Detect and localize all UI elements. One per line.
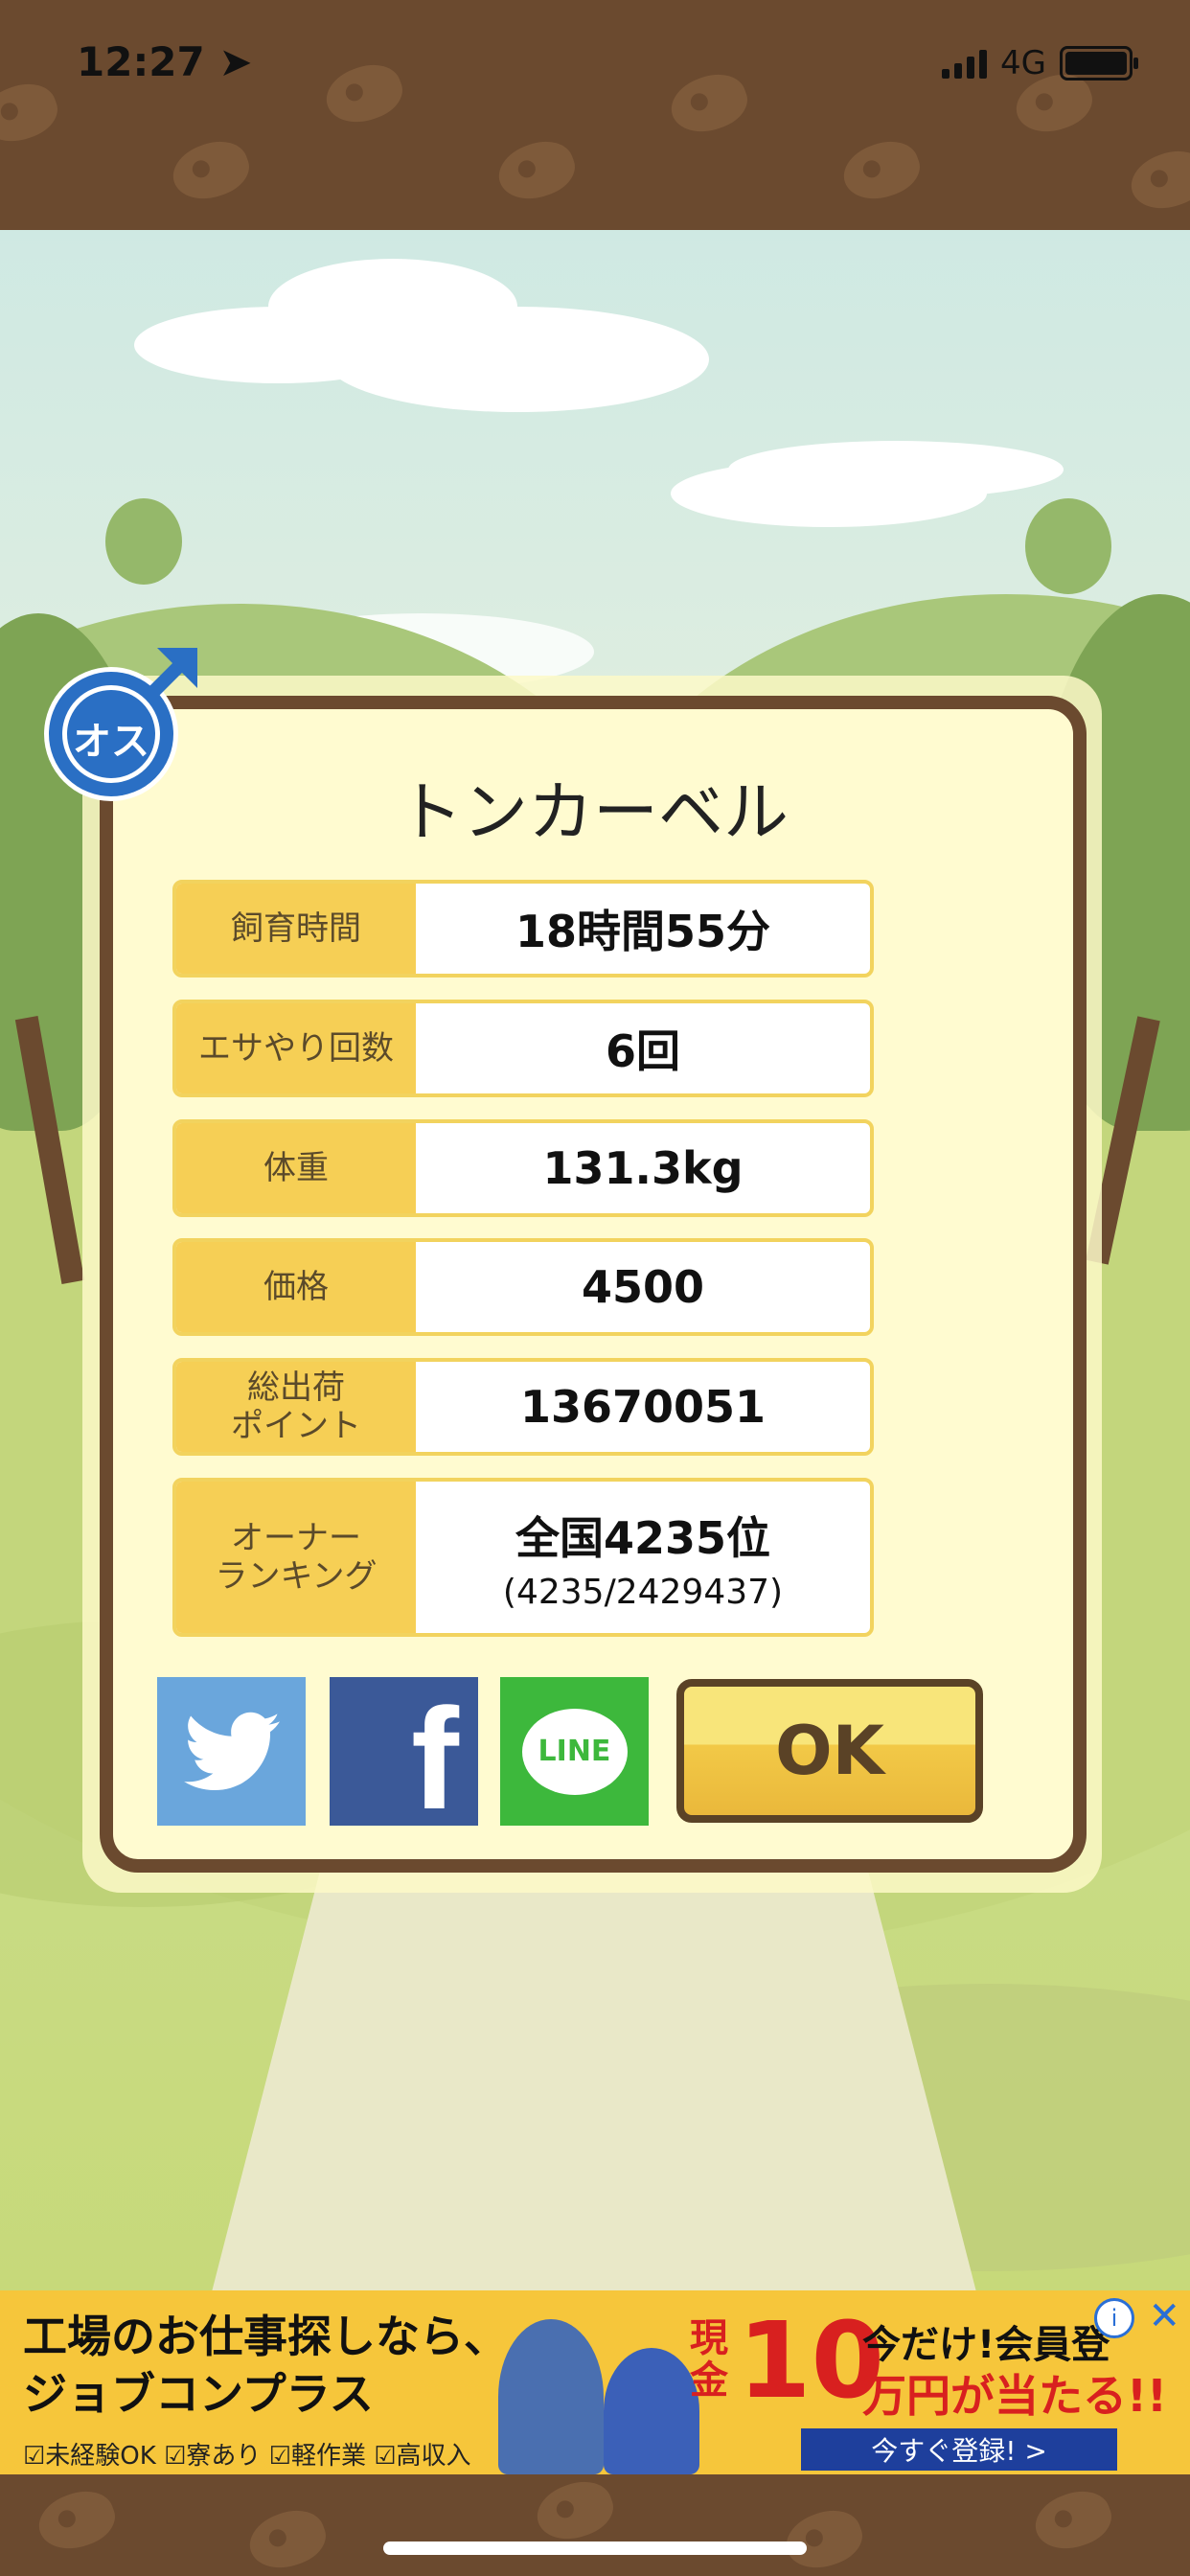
location-arrow-icon: ➤ <box>218 38 253 85</box>
gender-label: オス <box>73 720 149 764</box>
row-shipping-points: 総出荷 ポイント 13670051 <box>172 1358 874 1456</box>
ranking-main: 全国4235位 <box>515 1511 771 1564</box>
ad-headline: 工場のお仕事探しなら、 ジョブコンプラス <box>23 2308 508 2423</box>
ad-headline-2: ジョブコンプラス <box>23 2368 374 2420</box>
clock: 12:27 <box>77 38 205 85</box>
status-time: 12:27 ➤ <box>77 38 253 85</box>
ad-banner[interactable]: 工場のお仕事探しなら、 ジョブコンプラス ☑未経験OK ☑寮あり ☑軽作業 ☑高… <box>0 2290 1190 2474</box>
signal-icon <box>942 48 988 79</box>
row-label: 価格 <box>176 1242 416 1332</box>
row-value: 131.3kg <box>542 1142 744 1194</box>
line-label: LINE <box>538 1735 611 1768</box>
ok-label: OK <box>775 1712 884 1790</box>
network-label: 4G <box>1000 44 1046 82</box>
row-value: 4500 <box>581 1261 705 1313</box>
ad-line2: 万円が当たる!! <box>862 2370 1167 2422</box>
ad-badges: ☑未経験OK ☑寮あり ☑軽作業 ☑高収入 <box>23 2442 471 2471</box>
row-price: 価格 4500 <box>172 1238 874 1336</box>
ad-person-woman <box>604 2348 699 2474</box>
row-breeding-time: 飼育時間 18時間55分 <box>172 880 874 978</box>
pig-status-dialog: トンカーベル 飼育時間 18時間55分 エサやり回数 6回 体重 131.3kg… <box>100 696 1087 1873</box>
row-value-ranking: 全国4235位 (4235/2429437) <box>416 1482 870 1633</box>
ok-button[interactable]: OK <box>676 1679 983 1823</box>
twitter-share-button[interactable] <box>157 1677 306 1826</box>
pig-name: トンカーベル <box>397 775 789 851</box>
row-label: 総出荷 ポイント <box>176 1362 416 1452</box>
row-value: 6回 <box>605 1025 680 1077</box>
ad-cta-button[interactable]: 今すぐ登録! > <box>801 2428 1117 2471</box>
row-value: 13670051 <box>519 1381 767 1433</box>
row-label: エサやり回数 <box>176 1003 416 1093</box>
row-feed-count: エサやり回数 6回 <box>172 1000 874 1097</box>
ad-person-man <box>498 2319 604 2474</box>
facebook-share-button[interactable]: f <box>330 1677 478 1839</box>
twitter-bird-icon <box>183 1712 280 1790</box>
battery-icon <box>1060 46 1138 80</box>
ad-genkin: 現 金 <box>690 2316 728 2403</box>
ad-close-icon[interactable]: ✕ <box>1148 2294 1180 2338</box>
home-indicator[interactable] <box>383 2542 807 2555</box>
line-icon: LINE <box>521 1708 628 1795</box>
line-share-button[interactable]: LINE <box>500 1677 649 1826</box>
facebook-icon: f <box>411 1678 459 1839</box>
status-icons: 4G <box>942 44 1138 82</box>
ad-info-icon[interactable]: i <box>1094 2298 1134 2338</box>
ranking-detail: (4235/2429437) <box>502 1572 784 1612</box>
bottom-pattern <box>0 2474 1190 2576</box>
male-badge: オス <box>42 640 205 803</box>
row-label: 体重 <box>176 1123 416 1213</box>
row-weight: 体重 131.3kg <box>172 1119 874 1217</box>
ad-headline-1: 工場のお仕事探しなら、 <box>23 2311 508 2362</box>
row-owner-ranking: オーナー ランキング 全国4235位 (4235/2429437) <box>172 1478 874 1637</box>
row-value: 18時間55分 <box>515 906 771 957</box>
row-label: オーナー ランキング <box>176 1482 416 1633</box>
row-label: 飼育時間 <box>176 884 416 974</box>
status-bar: 12:27 ➤ 4G <box>0 0 1190 134</box>
